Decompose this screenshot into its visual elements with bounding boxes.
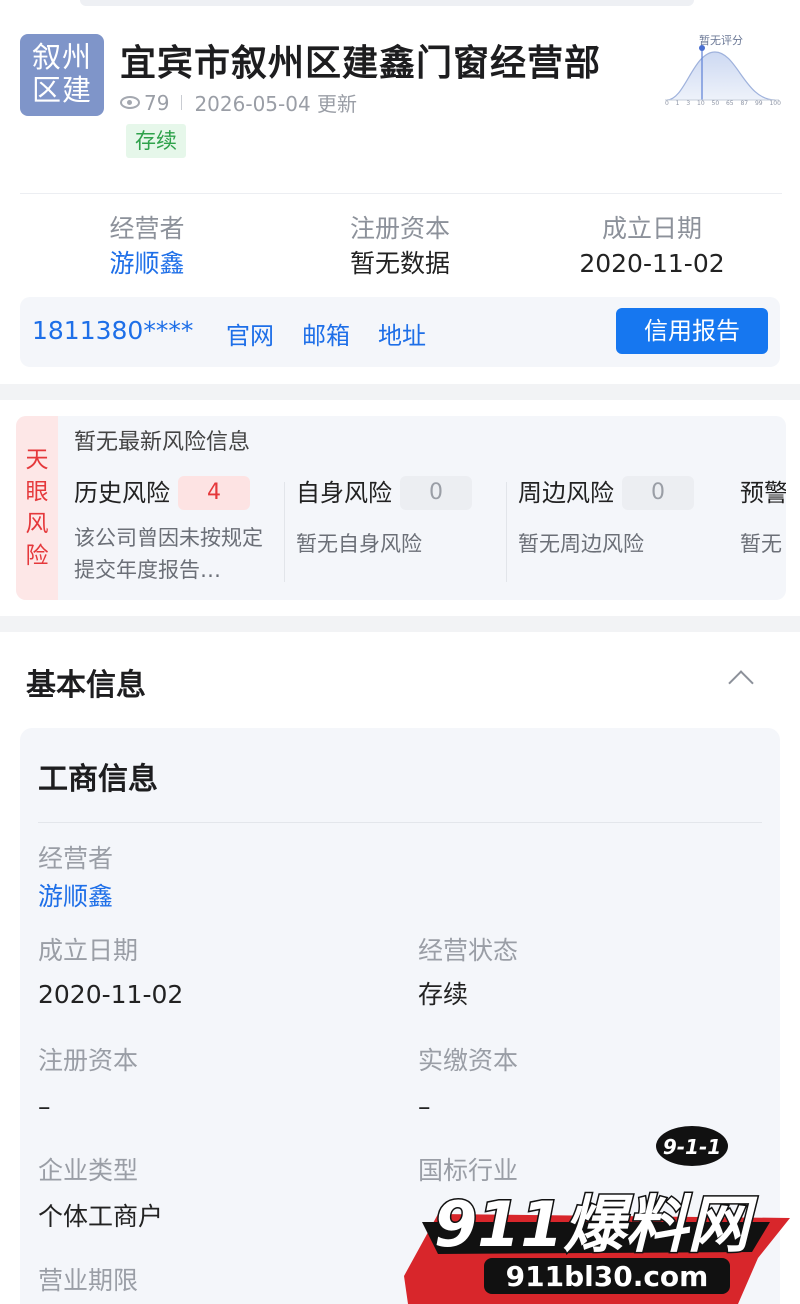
website-link[interactable]: 官网 [226,316,274,351]
risk-count-badge: 0 [622,476,694,510]
score-widget[interactable]: 暂无评分 0 1 3 10 50 65 87 99 100 [663,30,781,112]
risk-title: 周边风险 [518,479,614,507]
section-title: 基本信息 [26,668,146,703]
field-label: 经营者 [38,844,114,873]
field-value: 个体工商户 [38,1202,164,1231]
field-label: 成立日期 [38,936,139,965]
stat-founded: 成立日期 2020-11-02 [566,212,738,282]
stat-value: 2020-11-02 [579,249,725,278]
field-value: – [418,1092,431,1121]
meta-separator [181,95,183,110]
meta-row: 79 2026-05-04 更新 [120,88,357,117]
risk-desc: 暂无 [740,532,782,556]
stat-label: 经营者 [109,214,185,243]
stat-label: 注册资本 [349,214,450,243]
watermark-brand: 911爆料网 [434,1188,758,1261]
chevron-up-icon[interactable] [728,670,754,696]
update-date: 2026-05-04 更新 [194,92,358,116]
risk-desc: 暂无周边风险 [518,532,644,556]
risk-card[interactable]: 天 眼 风 险 暂无最新风险信息 历史风险 4 该公司曾因未按规定提交年度报告… … [16,416,786,600]
risk-count-badge: 0 [400,476,472,510]
field-label: 经营状态 [418,936,519,965]
risk-desc: 该公司曾因未按规定提交年度报告… [74,526,263,582]
view-count: 79 [144,90,170,115]
risk-desc: 暂无自身风险 [296,532,422,556]
section-gap [0,384,800,400]
risk-side-label: 天 眼 风 险 [16,416,58,600]
logo-line-1: 叙州 [31,40,92,74]
stat-value-operator-link[interactable]: 游顺鑫 [88,246,206,282]
risk-column-history[interactable]: 历史风险 4 该公司曾因未按规定提交年度报告… [74,474,296,586]
contact-bar: 1811380**** 官网 邮箱 地址 信用报告 [20,297,780,367]
stat-operator[interactable]: 经营者 游顺鑫 [88,212,206,282]
header-divider [20,193,782,194]
field-value: 2020-11-02 [38,980,184,1009]
field-label: 企业类型 [38,1156,139,1185]
watermark-logo: 9-1-1 911爆料网 911bl30.com [404,1126,790,1304]
risk-title: 历史风险 [74,479,170,507]
company-logo: 叙州 区建 [20,34,104,116]
stat-label: 成立日期 [601,214,702,243]
stat-reg-capital: 注册资本 暂无数据 [332,212,468,282]
risk-column-surrounding[interactable]: 周边风险 0 暂无周边风险 [506,474,740,586]
email-link[interactable]: 邮箱 [302,316,350,351]
company-name: 宜宾市叙州区建鑫门窗经营部 [120,43,602,84]
field-value: 存续 [418,980,469,1009]
field-label: 注册资本 [38,1046,139,1075]
status-badge: 存续 [126,124,186,158]
risk-title: 自身风险 [296,479,392,507]
operator-link[interactable]: 游顺鑫 [38,880,113,914]
card-divider [38,822,762,823]
address-link[interactable]: 地址 [378,316,426,351]
card-title: 工商信息 [38,762,158,797]
watermark-badge: 9-1-1 [663,1135,721,1159]
field-label: 营业期限 [38,1266,139,1295]
score-axis: 0 1 3 10 50 65 87 99 100 [665,100,781,107]
watermark-url: 911bl30.com [506,1260,709,1293]
section-gap [0,616,800,632]
risk-count-badge: 4 [178,476,250,510]
stat-value: 暂无数据 [349,249,450,278]
logo-line-2: 区建 [31,73,92,107]
risk-column-warning[interactable]: 预警 暂无 [740,474,786,586]
phone-link[interactable]: 1811380**** [32,316,193,345]
risk-column-self[interactable]: 自身风险 0 暂无自身风险 [284,474,518,586]
risk-no-latest: 暂无最新风险信息 [74,430,251,455]
field-label: 实缴资本 [418,1046,519,1075]
credit-report-button[interactable]: 信用报告 [616,308,768,354]
top-strip [80,0,694,6]
eye-icon [120,96,140,109]
field-value: – [38,1092,51,1121]
risk-title: 预警 [740,479,786,507]
